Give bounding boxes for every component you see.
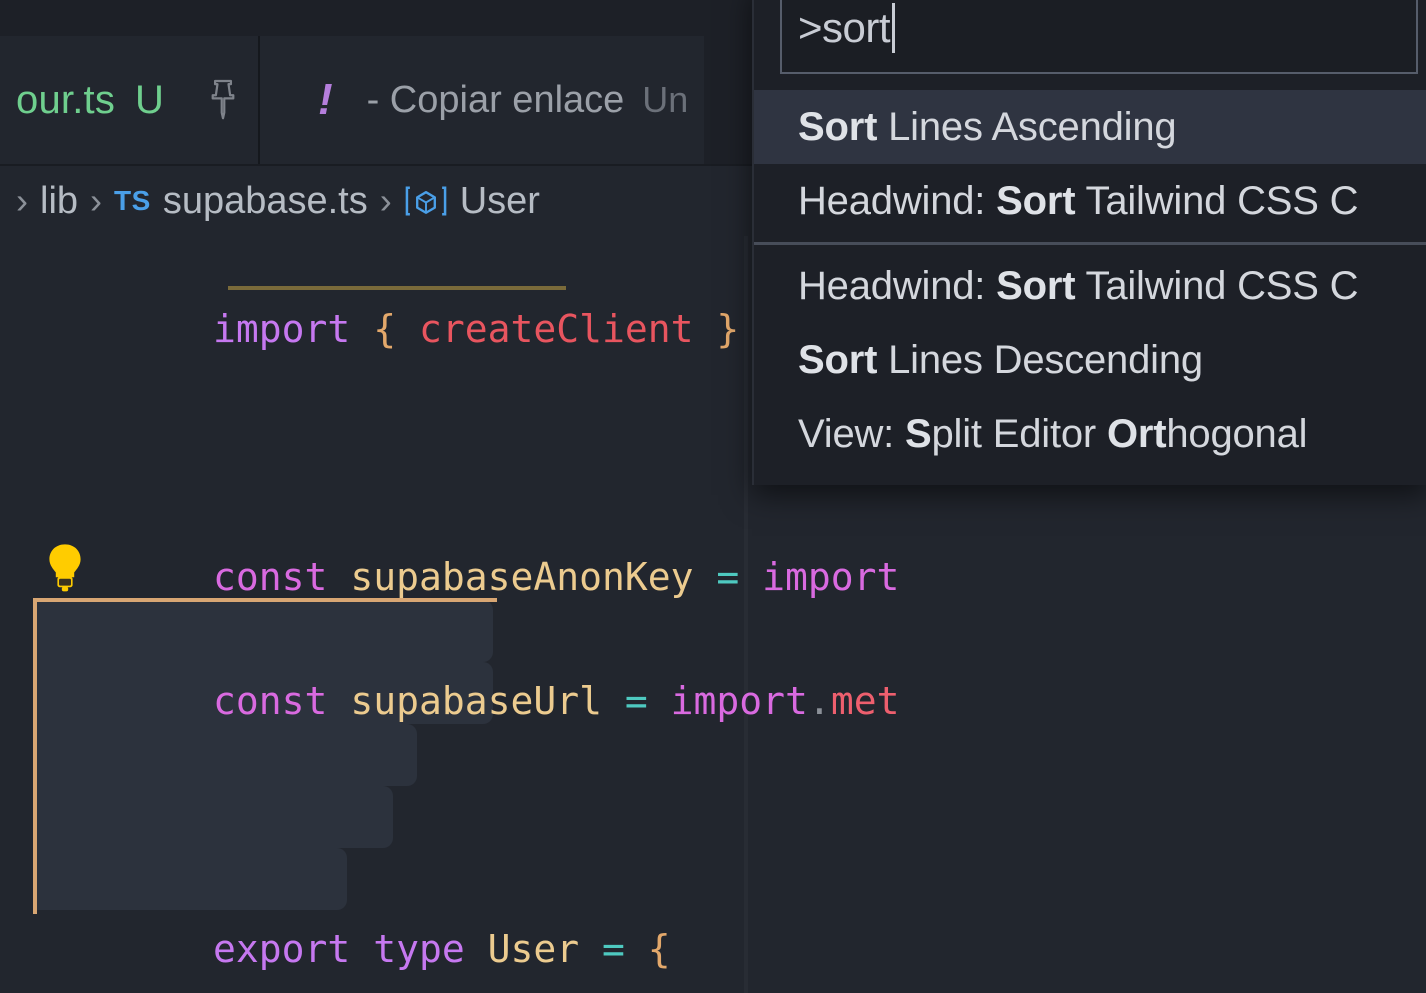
token-keyword: type	[373, 927, 465, 971]
command-item-rest: plit Editor	[931, 411, 1107, 456]
token-property: met	[830, 679, 900, 723]
token-dot: .	[807, 679, 831, 723]
lightbulb-icon[interactable]	[45, 542, 85, 594]
command-palette-results-list[interactable]: Sort Lines Ascending Headwind: Sort Tail…	[754, 90, 1426, 485]
command-item-rest: Lines Descending	[877, 337, 1203, 382]
command-item-sort-lines-ascending[interactable]: Sort Lines Ascending	[754, 90, 1426, 164]
breadcrumb-separator-icon: ›	[379, 180, 392, 221]
token-keyword: const	[213, 555, 328, 599]
breadcrumb-item-supabase[interactable]: supabase.ts	[163, 180, 368, 223]
token-brace: {	[373, 307, 397, 351]
match-highlight: Sort	[798, 337, 878, 382]
command-palette-input-box[interactable]: >sort	[780, 0, 1418, 74]
list-separator	[754, 242, 1426, 245]
token-keyword: import	[670, 679, 808, 723]
tab-label: our.ts	[16, 77, 116, 122]
command-item-prefix: Headwind:	[798, 178, 997, 223]
command-item-label: Headwind: Sort Tailwind CSS C	[798, 263, 1359, 309]
token-operator: =	[716, 555, 740, 599]
tab-dirty-indicator: U	[135, 77, 164, 122]
command-palette[interactable]: >sort Sort Lines Ascending Headwind: Sor…	[752, 0, 1426, 485]
command-item-rest: hogonal	[1166, 411, 1308, 456]
match-highlight: Ort	[1106, 411, 1167, 456]
tab-label: - Copiar enlace	[366, 78, 625, 121]
exclamation-icon: !	[317, 75, 333, 124]
search-input[interactable]: >sort	[798, 7, 891, 49]
token-type-name: User	[487, 927, 580, 971]
code-line-anonkey: const supabaseAnonKey = import	[0, 484, 1426, 599]
vscode-window: our.ts U ! - Copiar enlace Un › lib › TS…	[0, 0, 1426, 993]
token-brace: }	[716, 307, 740, 351]
code-line-export-type: export type User = {	[0, 856, 1426, 971]
tab-supabase[interactable]: our.ts U	[0, 36, 260, 164]
command-item-prefix: View:	[798, 411, 906, 456]
code-line-url: const supabaseUrl = import.met	[0, 608, 1426, 723]
command-item-label: Sort Lines Descending	[798, 338, 1203, 383]
breadcrumb-separator-icon: ›	[90, 180, 103, 221]
token-keyword: const	[213, 679, 328, 723]
match-highlight: Sort	[996, 263, 1076, 308]
tab-description: Un	[642, 79, 689, 120]
breadcrumb-item-lib[interactable]: lib	[40, 180, 78, 223]
match-highlight: S	[905, 411, 932, 456]
command-palette-input-container: >sort	[754, 0, 1426, 90]
command-item-rest: Lines Ascending	[877, 104, 1177, 149]
token-brace: {	[647, 927, 671, 971]
command-item-headwind-sort-1[interactable]: Headwind: Sort Tailwind CSS C	[754, 164, 1426, 238]
breadcrumb-separator-icon: ›	[16, 180, 28, 221]
command-item-view-split-editor-orthogonal[interactable]: View: Split Editor Orthogonal	[754, 397, 1426, 471]
token-variable: supabaseUrl	[350, 679, 602, 723]
match-highlight: Sort	[798, 104, 878, 149]
command-item-prefix: Headwind:	[798, 263, 997, 308]
token-identifier: createClient	[418, 307, 694, 351]
command-item-rest: Tailwind CSS C	[1075, 178, 1359, 223]
token-operator: =	[602, 927, 625, 971]
typescript-icon: TS	[114, 185, 151, 216]
breadcrumb-item-user[interactable]: User	[460, 180, 540, 223]
command-item-headwind-sort-2[interactable]: Headwind: Sort Tailwind CSS C	[754, 249, 1426, 323]
symbol-interface-icon	[404, 183, 448, 219]
command-item-sort-lines-descending[interactable]: Sort Lines Descending	[754, 323, 1426, 397]
tab-copiar-enlace[interactable]: ! - Copiar enlace Un	[259, 36, 705, 164]
token-variable: supabaseAnonKey	[350, 555, 694, 599]
pin-icon[interactable]	[204, 77, 242, 123]
unresolved-import-underline	[228, 286, 566, 290]
selection-highlight	[37, 786, 393, 848]
token-keyword: export	[213, 927, 351, 971]
command-item-rest: Tailwind CSS C	[1075, 263, 1359, 308]
token-operator: =	[624, 679, 648, 723]
token-keyword: import	[213, 307, 351, 351]
command-item-label: View: Split Editor Orthogonal	[798, 411, 1308, 457]
text-caret	[892, 3, 896, 53]
token-keyword: import	[762, 555, 900, 599]
match-highlight: Sort	[996, 178, 1076, 223]
command-item-label: Headwind: Sort Tailwind CSS C	[798, 178, 1359, 224]
code-line-prop-avatar: → avatar:·string	[0, 980, 1426, 993]
command-item-label: Sort Lines Ascending	[798, 104, 1177, 150]
